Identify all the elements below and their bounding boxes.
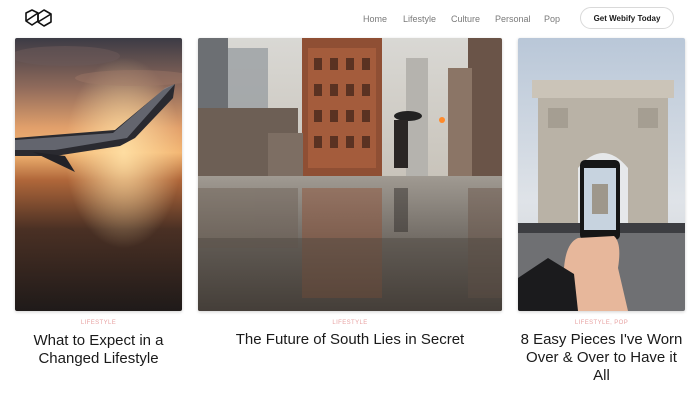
main-nav: Home Lifestyle Culture Personal Pop [0, 12, 580, 26]
nav-item-pop[interactable]: Pop [544, 12, 560, 26]
nav-item-lifestyle[interactable]: Lifestyle [403, 12, 436, 26]
arc-de-triomphe-phone-photo[interactable] [518, 38, 685, 311]
post-category[interactable]: LIFESTYLE [15, 320, 182, 326]
airplane-wing-sunset-photo[interactable] [15, 38, 182, 311]
nav-item-personal[interactable]: Personal [495, 12, 531, 26]
get-webify-button[interactable]: Get Webify Today [580, 7, 674, 29]
post-category[interactable]: LIFESTYLE [198, 320, 502, 326]
post-title[interactable]: 8 Easy Pieces I've Worn Over & Over to H… [518, 331, 685, 385]
post-category[interactable]: LIFESTYLE, POP [518, 320, 685, 326]
nav-item-culture[interactable]: Culture [451, 12, 480, 26]
nav-item-home[interactable]: Home [363, 12, 387, 26]
post-title[interactable]: What to Expect in a Changed Lifestyle [21, 332, 176, 368]
post-title[interactable]: The Future of South Lies in Secret [198, 331, 502, 349]
rainy-city-street-umbrella-photo[interactable] [198, 38, 502, 311]
